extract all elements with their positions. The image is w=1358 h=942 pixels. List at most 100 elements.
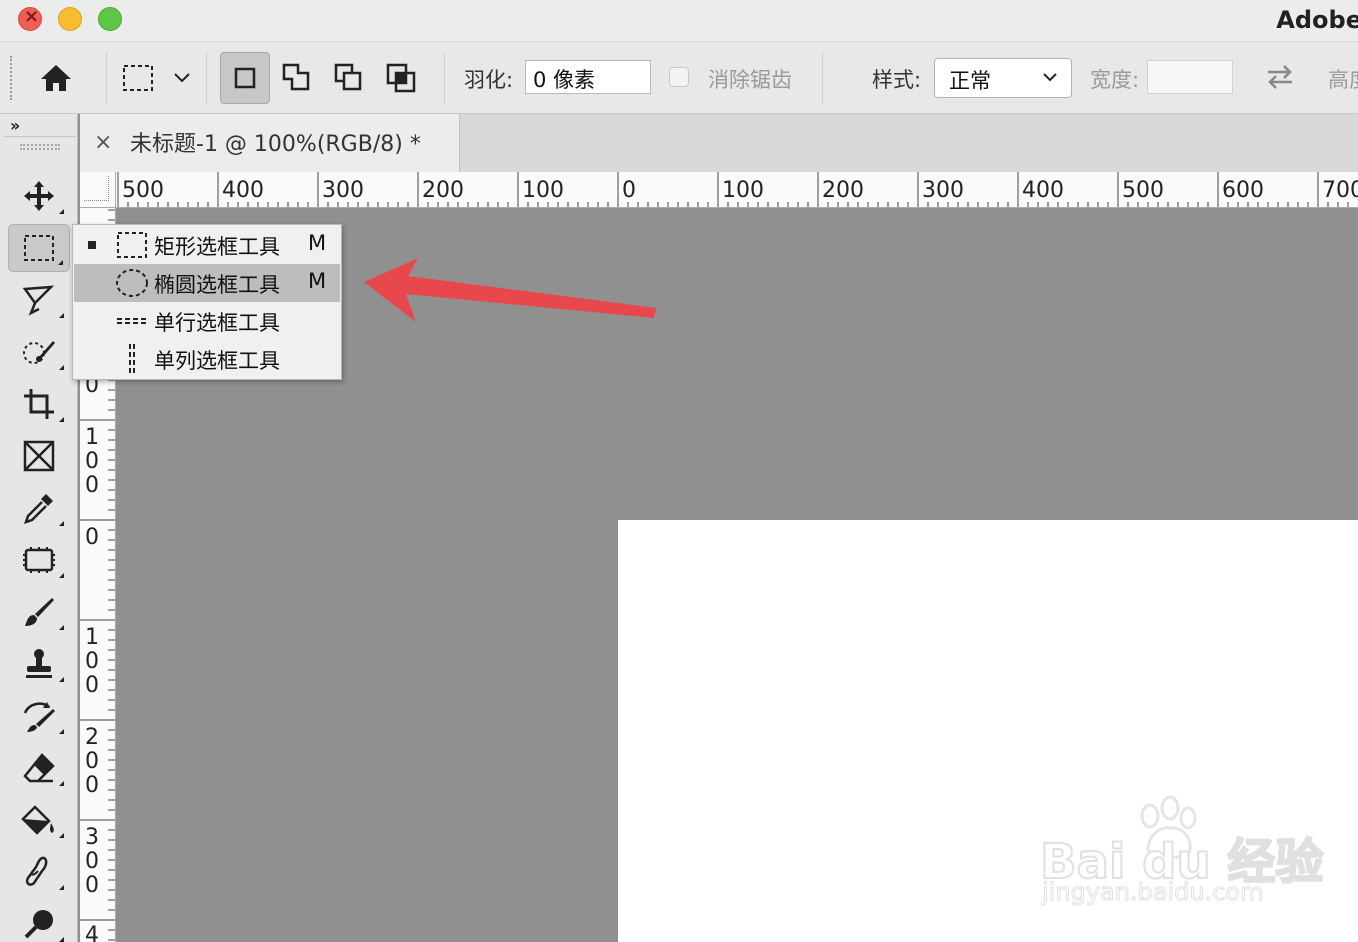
flyout-item-label: 矩形选框工具 <box>154 235 280 259</box>
window-zoom-button[interactable] <box>98 7 122 31</box>
current-tool-indicator <box>88 241 96 249</box>
ruler-label: 0 <box>85 673 99 698</box>
tool-group-indicator <box>59 521 64 526</box>
quick-selection-tool[interactable] <box>8 328 70 376</box>
intersect-selection-button[interactable] <box>376 52 426 104</box>
eyedropper-icon <box>24 494 53 524</box>
tool-group-indicator <box>59 937 64 942</box>
home-button[interactable] <box>26 52 86 104</box>
dodge-tool[interactable] <box>8 900 70 942</box>
divider <box>822 52 823 104</box>
ruler-label: 1 <box>85 425 99 450</box>
document-tab-title: 未标题-1 @ 100%(RGB/8) * <box>130 132 421 157</box>
smudge-finger-icon <box>25 856 48 886</box>
paint-bucket-icon <box>21 805 54 835</box>
frame-tool[interactable] <box>8 432 70 480</box>
ruler-label: 300 <box>922 178 964 203</box>
smudge-tool[interactable] <box>8 848 70 896</box>
tool-group-indicator <box>59 313 64 318</box>
flyout-item-label: 椭圆选框工具 <box>154 273 280 297</box>
flyout-item-single-row-marquee[interactable]: 单行选框工具 <box>74 302 340 340</box>
horizontal-ruler[interactable]: 500 400 300 200 100 0 100 200 300 400 50… <box>80 172 1358 208</box>
subtract-from-selection-button[interactable] <box>324 52 374 104</box>
spot-healing-tool[interactable] <box>8 536 70 584</box>
document-tab[interactable]: × 未标题-1 @ 100%(RGB/8) * <box>80 114 460 172</box>
options-bar: 羽化: 0 像素 消除锯齿 样式: 正常 宽度: 高度 <box>0 42 1358 114</box>
ruler-label: 0 <box>85 749 99 774</box>
move-tool[interactable] <box>8 172 70 220</box>
ruler-label: 0 <box>85 449 99 474</box>
ruler-label: 0 <box>85 849 99 874</box>
crop-tool[interactable] <box>8 380 70 428</box>
tools-panel-grip[interactable] <box>20 144 60 150</box>
swap-width-height-button[interactable] <box>1262 62 1298 96</box>
flyout-item-rectangular-marquee[interactable]: 矩形选框工具 M <box>74 226 340 264</box>
ruler-origin[interactable] <box>80 172 116 208</box>
clone-stamp-tool[interactable] <box>8 640 70 688</box>
ruler-label: 200 <box>422 178 464 203</box>
document-tab-bar: × 未标题-1 @ 100%(RGB/8) * <box>80 114 1358 172</box>
paint-bucket-tool[interactable] <box>8 796 70 844</box>
app-title: Adobe <box>1276 6 1358 34</box>
ruler-label: 400 <box>222 178 264 203</box>
tool-group-indicator <box>59 209 64 214</box>
elliptical-marquee-icon <box>116 269 148 297</box>
tool-preset-picker[interactable] <box>118 52 196 104</box>
window-minimize-button[interactable] <box>58 7 82 31</box>
options-bar-grip[interactable] <box>10 56 14 100</box>
lasso-tool[interactable] <box>8 276 70 324</box>
ruler-label: 0 <box>85 873 99 898</box>
swap-arrows-icon <box>1268 65 1292 89</box>
history-brush-tool[interactable] <box>8 692 70 740</box>
tool-group-indicator <box>59 573 64 578</box>
ruler-label: 0 <box>85 473 99 498</box>
ruler-label: 4 <box>85 923 99 942</box>
antialias-checkbox[interactable] <box>669 67 689 87</box>
style-label: 样式: <box>872 68 922 92</box>
flyout-item-single-column-marquee[interactable]: 单列选框工具 <box>74 340 340 378</box>
ruler-label: 0 <box>622 178 636 203</box>
rectangular-marquee-icon <box>117 232 147 258</box>
feather-label: 羽化: <box>464 68 514 92</box>
new-selection-button[interactable] <box>220 52 270 104</box>
watermark-url: jingyan.baidu.com <box>1041 878 1264 907</box>
tool-group-indicator <box>59 885 64 890</box>
annotation-arrow <box>364 258 656 322</box>
marquee-tools-flyout: 矩形选框工具 M 椭圆选框工具 M 单行选框工具 单列选框工具 <box>72 224 342 380</box>
add-to-selection-icon <box>282 63 310 91</box>
width-input[interactable] <box>1147 60 1233 94</box>
chevron-down-icon <box>174 73 190 83</box>
feather-input[interactable]: 0 像素 <box>525 60 651 94</box>
ruler-label: 0 <box>85 525 99 550</box>
rectangular-marquee-tool[interactable] <box>8 224 70 272</box>
tools-panel: ›› <box>0 114 78 942</box>
intersect-selection-icon <box>386 63 416 93</box>
ruler-label: 1 <box>85 625 99 650</box>
brush-tool[interactable] <box>8 588 70 636</box>
style-select-value: 正常 <box>949 69 991 93</box>
eraser-tool[interactable] <box>8 744 70 792</box>
flyout-item-label: 单列选框工具 <box>154 349 280 373</box>
ruler-label: 300 <box>322 178 364 203</box>
flyout-item-elliptical-marquee[interactable]: 椭圆选框工具 M <box>74 264 340 302</box>
single-row-marquee-icon <box>117 318 147 324</box>
tool-group-indicator <box>59 729 64 734</box>
ruler-label: 600 <box>1222 178 1264 203</box>
stamp-icon <box>26 649 52 678</box>
quick-selection-icon <box>23 341 55 364</box>
ruler-label: 0 <box>85 773 99 798</box>
style-select[interactable]: 正常 <box>934 58 1072 98</box>
width-label: 宽度: <box>1090 68 1140 92</box>
tool-group-indicator <box>59 677 64 682</box>
antialias-label: 消除锯齿 <box>708 68 792 92</box>
tool-group-indicator <box>59 781 64 786</box>
window-close-button[interactable] <box>18 6 42 31</box>
tool-group-indicator <box>59 625 64 630</box>
add-to-selection-button[interactable] <box>272 52 322 104</box>
tool-group-indicator <box>59 365 64 370</box>
close-icon[interactable]: × <box>94 130 112 155</box>
divider <box>444 52 445 104</box>
collapse-panel-button[interactable]: ›› <box>10 116 20 135</box>
eyedropper-tool[interactable] <box>8 484 70 532</box>
ruler-label: 2 <box>85 725 99 750</box>
